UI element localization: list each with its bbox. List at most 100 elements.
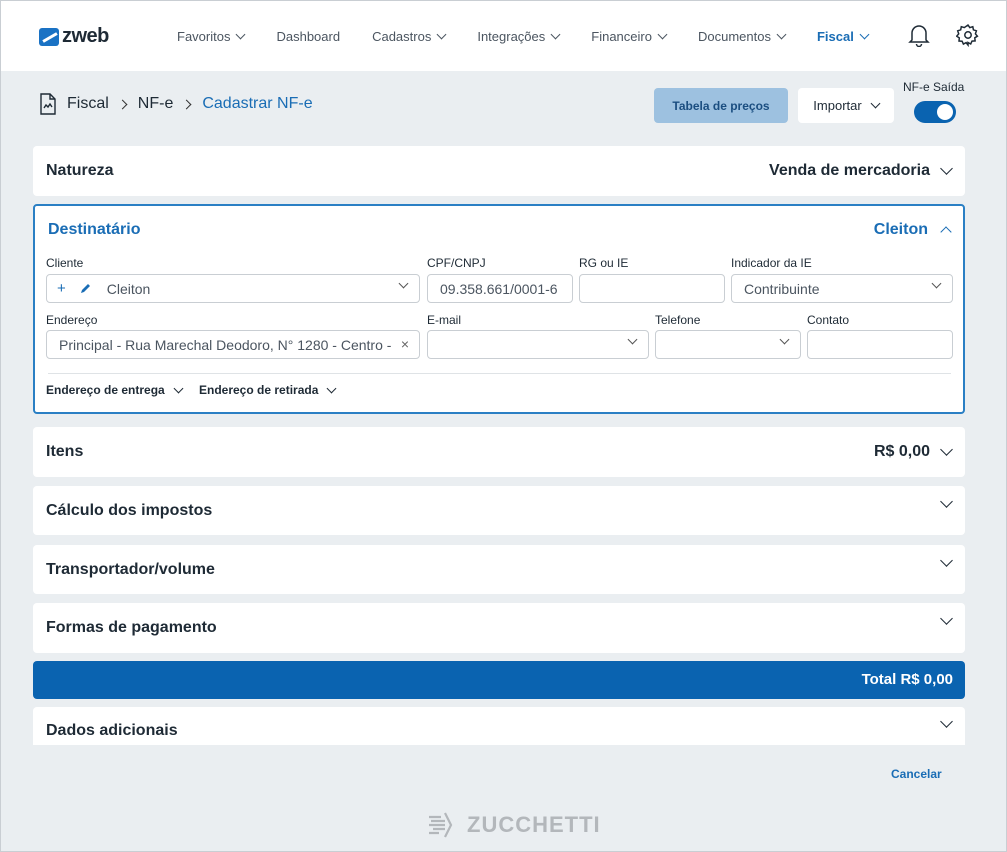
price-table-button[interactable]: Tabela de preços — [654, 88, 788, 123]
nav-item-integracoes[interactable]: Integrações — [477, 28, 561, 44]
chevron-down-icon — [870, 98, 881, 109]
nav-label: Fiscal — [816, 28, 854, 44]
chevron-down-icon — [940, 162, 953, 175]
cliente-label: Cliente — [46, 256, 84, 270]
itens-value-text: R$ 0,00 — [873, 443, 930, 460]
natureza-title: Natureza — [46, 162, 114, 179]
contato-label: Contato — [807, 313, 850, 327]
pagamento-expand[interactable] — [930, 612, 953, 625]
nav-label: Integrações — [477, 28, 546, 44]
zucchetti-mark-icon — [429, 812, 453, 838]
pencil-icon[interactable] — [80, 283, 91, 294]
endereco-entrega-label: Endereço de entrega — [46, 383, 165, 397]
plus-icon[interactable]: + — [57, 280, 66, 297]
logo-text: zweb — [62, 25, 109, 47]
endereco-value: Principal - Rua Marechal Deodoro, N° 128… — [59, 336, 391, 353]
rg-label: RG ou IE — [579, 256, 629, 270]
destinatario-section: Destinatário Cleiton Cliente + Cleiton C… — [33, 204, 965, 414]
natureza-section[interactable]: Natureza Venda de mercadoria — [33, 146, 965, 196]
cpf-input[interactable]: 09.358.661/0001-6 — [427, 274, 573, 303]
import-button[interactable]: Importar — [798, 88, 894, 123]
document-icon — [40, 93, 56, 115]
impostos-title: Cálculo dos impostos — [46, 502, 213, 519]
breadcrumb-nfe[interactable]: NF-e — [138, 95, 174, 113]
nav-item-fiscal[interactable]: Fiscal — [816, 28, 870, 44]
bell-icon[interactable] — [908, 23, 930, 47]
breadcrumb-current: Cadastrar NF-e — [202, 95, 313, 112]
nav-item-cadastros[interactable]: Cadastros — [372, 28, 447, 44]
app-logo[interactable]: zweb — [39, 25, 109, 48]
nfe-toggle-label: NF-e Saída — [903, 80, 965, 94]
chevron-right-icon — [117, 99, 128, 109]
chevron-down-icon — [398, 278, 409, 289]
chevron-down-icon — [173, 383, 184, 393]
nav-item-favoritos[interactable]: Favoritos — [177, 29, 246, 44]
chevron-down-icon — [550, 29, 561, 39]
clear-icon[interactable]: × — [401, 336, 409, 352]
cpf-value: 09.358.661/0001-6 — [440, 280, 558, 297]
transportador-title: Transportador/volume — [46, 561, 215, 578]
total-bar: Total R$ 0,00 — [33, 661, 965, 699]
email-label: E-mail — [427, 313, 462, 327]
itens-section[interactable]: Itens R$ 0,00 — [33, 427, 965, 477]
chevron-down-icon — [940, 554, 953, 567]
nav-label: Documentos — [697, 28, 771, 44]
adicionais-expand[interactable] — [930, 715, 953, 728]
indicador-select[interactable]: Contribuinte — [731, 274, 953, 303]
adicionais-section[interactable]: Dados adicionais — [33, 707, 965, 745]
indicador-value: Contribuinte — [744, 280, 820, 297]
chevron-up-icon — [940, 226, 952, 238]
endereco-retirada-label: Endereço de retirada — [199, 383, 319, 397]
chevron-down-icon — [436, 29, 447, 39]
itens-title: Itens — [46, 443, 84, 460]
endereco-select[interactable]: Principal - Rua Marechal Deodoro, N° 128… — [46, 330, 420, 359]
chevron-down-icon — [236, 29, 246, 39]
divider — [48, 373, 951, 374]
chevron-down-icon — [859, 29, 870, 39]
natureza-value[interactable]: Venda de mercadoria — [769, 162, 953, 180]
nfe-saida-toggle[interactable] — [914, 101, 956, 123]
zucchetti-logo: ZUCCHETTI — [427, 809, 601, 841]
endereco-retirada-toggle[interactable]: Endereço de retirada — [199, 383, 337, 397]
logo-mark-icon — [39, 27, 59, 46]
rg-input[interactable] — [579, 274, 725, 303]
chevron-down-icon — [940, 715, 953, 728]
transportador-section[interactable]: Transportador/volume — [33, 545, 965, 594]
chevron-down-icon — [779, 334, 790, 345]
pagamento-section[interactable]: Formas de pagamento — [33, 603, 965, 653]
gear-icon[interactable] — [956, 23, 980, 47]
endereco-entrega-toggle[interactable]: Endereço de entrega — [46, 383, 184, 397]
destinatario-collapse[interactable]: Cleiton — [874, 221, 952, 239]
endereco-label: Endereço — [46, 313, 98, 327]
main-nav: Favoritos Dashboard Cadastros Integraçõe… — [177, 1, 900, 71]
nav-label: Cadastros — [372, 28, 432, 44]
contato-input[interactable] — [807, 330, 953, 359]
chevron-down-icon — [940, 495, 953, 508]
nav-item-dashboard[interactable]: Dashboard — [276, 29, 340, 44]
nav-label: Dashboard — [276, 28, 341, 44]
nav-item-financeiro[interactable]: Financeiro — [591, 28, 668, 44]
import-label: Importar — [813, 98, 862, 113]
itens-value[interactable]: R$ 0,00 — [873, 443, 953, 461]
chevron-down-icon — [657, 29, 668, 39]
transportador-expand[interactable] — [930, 554, 953, 567]
top-icons — [882, 23, 980, 47]
telefone-select[interactable] — [655, 330, 801, 359]
cancel-button[interactable]: Cancelar — [891, 767, 942, 781]
cpf-label: CPF/CNPJ — [427, 256, 486, 270]
destinatario-title: Destinatário — [48, 221, 141, 238]
top-navigation-bar: zweb Favoritos Dashboard Cadastros Integ… — [1, 1, 1006, 71]
zucchetti-text: ZUCCHETTI — [467, 812, 601, 837]
cliente-value: Cleiton — [106, 280, 151, 297]
chevron-down-icon — [940, 612, 953, 625]
email-select[interactable] — [427, 330, 649, 359]
breadcrumb-fiscal[interactable]: Fiscal — [67, 95, 109, 113]
breadcrumb: Fiscal NF-e Cadastrar NF-e — [39, 93, 313, 115]
cliente-select[interactable]: + Cleiton — [46, 274, 420, 303]
impostos-expand[interactable] — [930, 495, 953, 508]
chevron-down-icon — [940, 443, 953, 456]
chevron-down-icon — [326, 383, 337, 393]
nav-item-documentos[interactable]: Documentos — [697, 28, 787, 44]
nav-label: Financeiro — [591, 28, 652, 44]
impostos-section[interactable]: Cálculo dos impostos — [33, 486, 965, 535]
